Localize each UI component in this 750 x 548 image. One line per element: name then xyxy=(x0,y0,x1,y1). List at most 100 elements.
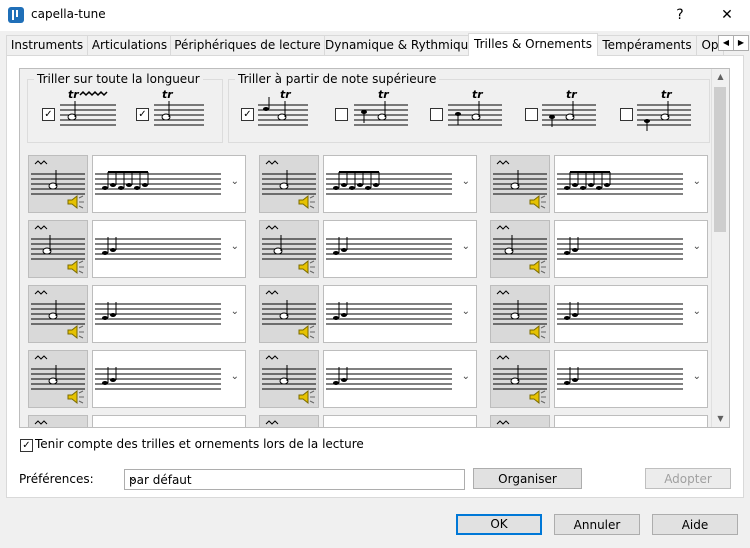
ornament-dropdown[interactable]: ⌄ xyxy=(554,285,708,343)
tab-playback-devices[interactable]: Périphériques de lecture xyxy=(170,35,325,55)
speaker-icon[interactable] xyxy=(298,194,316,210)
ornament-preview xyxy=(28,285,88,343)
tab-scroll-left-icon[interactable]: ◀ xyxy=(718,35,734,51)
speaker-icon[interactable] xyxy=(298,324,316,340)
ornament-notation-icon xyxy=(326,367,452,390)
ornament-notation-icon xyxy=(95,367,221,390)
checkbox-upper-a[interactable]: ✓ xyxy=(241,108,254,121)
cancel-button[interactable]: Annuler xyxy=(554,514,640,535)
chevron-down-icon: ⌄ xyxy=(461,371,470,382)
group-upper-note-label: Triller à partir de note supérieure xyxy=(235,72,440,86)
ornament-dropdown[interactable]: ⌄ xyxy=(554,415,708,427)
ornament-dropdown[interactable]: ⌄ xyxy=(92,155,246,213)
preferences-select[interactable]: par défaut ⌄ xyxy=(124,469,465,490)
ornament-dropdown[interactable]: ⌄ xyxy=(92,350,246,408)
svg-text:tr: tr xyxy=(566,88,577,101)
ornament-dropdown[interactable]: ⌄ xyxy=(323,350,477,408)
checkbox-upper-b[interactable] xyxy=(335,108,348,121)
ornament-notation-icon xyxy=(557,367,683,390)
chevron-down-icon: ⌄ xyxy=(692,241,701,252)
playback-checkbox[interactable]: ✓ xyxy=(20,439,33,452)
ornament-notation-icon xyxy=(557,237,683,260)
checkbox-trill-a[interactable]: ✓ xyxy=(42,108,55,121)
app-icon xyxy=(8,7,24,23)
ornament-dropdown[interactable]: ⌄ xyxy=(92,415,246,428)
tab-temperaments[interactable]: Tempéraments xyxy=(597,35,697,55)
speaker-icon[interactable] xyxy=(529,194,547,210)
ornament-notation-icon xyxy=(93,416,223,428)
svg-text:tr: tr xyxy=(280,88,291,101)
trill-staff-icon: tr xyxy=(354,88,408,126)
checkbox-upper-c[interactable] xyxy=(430,108,443,121)
group-whole-length-label: Triller sur toute la longueur xyxy=(34,72,203,86)
ornament-dropdown[interactable]: ⌄ xyxy=(323,415,477,428)
tab-dynamics[interactable]: Dynamique & Rythmique xyxy=(324,35,469,55)
speaker-icon[interactable] xyxy=(67,389,85,405)
scroll-down-icon[interactable]: ▼ xyxy=(712,411,729,427)
ornament-dropdown[interactable]: ⌄ xyxy=(554,350,708,408)
adopt-button[interactable]: Adopter xyxy=(645,468,731,489)
trill-staff-icon: tr xyxy=(637,88,691,131)
speaker-icon[interactable] xyxy=(529,324,547,340)
checkbox-upper-e[interactable] xyxy=(620,108,633,121)
chevron-down-icon: ⌄ xyxy=(230,306,239,317)
scroll-up-icon[interactable]: ▲ xyxy=(712,69,729,85)
speaker-icon[interactable] xyxy=(529,389,547,405)
tab-articulations[interactable]: Articulations xyxy=(87,35,172,55)
tab-scroll-right-icon[interactable]: ▶ xyxy=(733,35,749,51)
vertical-scrollbar[interactable]: ▲ ▼ xyxy=(711,69,729,427)
svg-text:tr: tr xyxy=(162,88,173,101)
help-button-bottom[interactable]: Aide xyxy=(652,514,738,535)
ornament-preview xyxy=(490,220,550,278)
svg-text:tr: tr xyxy=(661,88,672,101)
ornament-preview xyxy=(259,285,319,343)
ornament-preview xyxy=(28,220,88,278)
speaker-icon[interactable] xyxy=(67,259,85,275)
chevron-down-icon: ⌄ xyxy=(230,241,239,252)
chevron-down-icon: ⌄ xyxy=(692,176,701,187)
scroll-thumb[interactable] xyxy=(714,87,726,232)
tab-trills[interactable]: Trilles & Ornements xyxy=(468,33,598,56)
ornament-preview xyxy=(490,155,550,213)
ornament-preview xyxy=(28,155,88,213)
checkbox-trill-b[interactable]: ✓ xyxy=(136,108,149,121)
ornament-dropdown[interactable]: ⌄ xyxy=(554,220,708,278)
speaker-icon[interactable] xyxy=(529,259,547,275)
chevron-down-icon: ⌄ xyxy=(230,176,239,187)
ok-button[interactable]: OK xyxy=(456,514,542,535)
window-title: capella-tune xyxy=(31,7,106,21)
ornament-dropdown[interactable]: ⌄ xyxy=(323,220,477,278)
ornament-dropdown[interactable]: ⌄ xyxy=(323,285,477,343)
ornament-dropdown[interactable]: ⌄ xyxy=(323,155,477,213)
ornament-dropdown[interactable]: ⌄ xyxy=(92,220,246,278)
ornament-preview xyxy=(490,415,550,427)
ornament-notation-icon xyxy=(95,302,221,325)
speaker-icon[interactable] xyxy=(298,259,316,275)
chevron-down-icon: ⌄ xyxy=(461,176,470,187)
ornament-notation-icon xyxy=(326,237,452,260)
ornament-preview xyxy=(259,155,319,213)
chevron-down-icon: ⌄ xyxy=(129,473,138,484)
ornament-preview-icon xyxy=(265,420,279,425)
checkbox-upper-d[interactable] xyxy=(525,108,538,121)
tab-instruments[interactable]: Instruments xyxy=(6,35,88,55)
help-button[interactable]: ? xyxy=(657,0,703,31)
speaker-icon[interactable] xyxy=(67,194,85,210)
organize-button[interactable]: Organiser xyxy=(473,468,582,489)
ornament-notation-icon xyxy=(326,171,452,195)
ornament-dropdown[interactable]: ⌄ xyxy=(554,155,708,213)
speaker-icon[interactable] xyxy=(67,324,85,340)
ornament-notation-icon xyxy=(326,302,452,325)
close-button[interactable]: ✕ xyxy=(704,0,750,31)
ornament-preview-icon xyxy=(34,420,48,425)
playback-checkbox-label: Tenir compte des trilles et ornements lo… xyxy=(35,437,364,451)
svg-text:tr: tr xyxy=(68,88,79,101)
ornament-notation-icon xyxy=(95,237,221,260)
trill-grace-staff-icon: tr xyxy=(258,88,308,126)
ornament-notation-icon xyxy=(324,416,454,428)
chevron-down-icon: ⌄ xyxy=(692,371,701,382)
trill-staff-icon: tr xyxy=(542,88,596,127)
speaker-icon[interactable] xyxy=(298,389,316,405)
ornament-dropdown[interactable]: ⌄ xyxy=(92,285,246,343)
trill-staff-icon: tr xyxy=(154,88,204,126)
